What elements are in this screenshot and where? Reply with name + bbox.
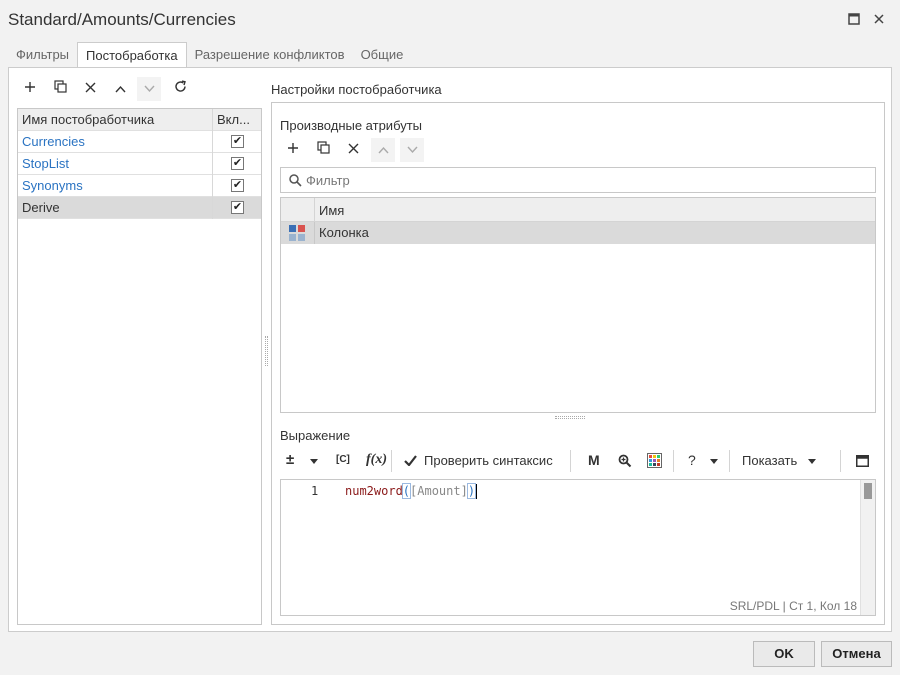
line-number: 1 [311,484,319,498]
down-icon[interactable] [400,138,424,162]
processor-name[interactable]: Currencies [22,134,85,149]
enabled-checkbox[interactable]: ✔ [231,135,244,148]
copy-icon[interactable] [311,138,335,162]
plusminus-button[interactable]: ± [286,451,294,468]
vertical-splitter[interactable] [265,336,268,366]
attribute-name[interactable]: Колонка [319,225,369,240]
column-header-name[interactable]: Имя постобработчика [22,112,154,127]
processors-grid: Имя постобработчика Вкл... Currencies ✔ … [17,108,262,625]
add-icon[interactable] [281,138,305,162]
search-icon [289,174,302,187]
chevron-down-icon[interactable] [808,459,816,464]
maximize-icon[interactable] [856,455,869,467]
settings-title: Настройки постобработчика [271,82,442,97]
argument-token: [Amount] [410,484,468,498]
grid-header: Имя постобработчика Вкл... [18,109,261,131]
code-editor[interactable]: 1 num2word([Amount]) SRL/PDL | Ст 1, Кол… [280,479,876,616]
cancel-button[interactable]: Отмена [821,641,892,667]
refresh-icon[interactable] [168,77,192,101]
down-icon[interactable] [137,77,161,101]
grid-header: Имя [281,198,875,222]
processor-name[interactable]: StopList [22,156,69,171]
scrollbar-thumb[interactable] [864,483,872,499]
table-row[interactable]: Currencies ✔ [18,131,261,153]
table-row[interactable]: Derive ✔ [18,197,261,219]
editor-status: SRL/PDL | Ст 1, Кол 18 [729,599,857,613]
expression-title: Выражение [280,428,351,443]
table-row[interactable]: Колонка [281,222,875,244]
column-header-enabled[interactable]: Вкл... [217,112,250,127]
tab-postprocessing[interactable]: Постобработка [77,42,187,68]
scrollbar[interactable] [860,480,875,615]
attributes-grid: Имя Колонка [280,197,876,413]
tab-bar: Фильтры Постобработка Разрешение конфлик… [8,42,411,68]
palette-icon[interactable] [647,453,662,468]
tab-conflict-resolution[interactable]: Разрешение конфликтов [187,42,353,68]
column-insert-button[interactable]: [C] [336,454,350,465]
caret [475,484,478,499]
derived-attributes-title: Производные атрибуты [280,118,423,133]
code-line[interactable]: num2word([Amount]) [345,483,478,499]
paren-token: ) [466,483,477,499]
check-syntax-button[interactable]: Проверить синтаксис [424,453,553,468]
filter-input[interactable]: Фильтр [306,173,350,188]
check-icon [404,455,417,466]
column-header-name[interactable]: Имя [319,203,344,218]
m-button[interactable]: M [588,452,600,468]
delete-icon[interactable] [78,77,102,101]
tab-general[interactable]: Общие [353,42,412,68]
ok-button[interactable]: OK [753,641,815,667]
copy-icon[interactable] [48,77,72,101]
main-panel: Имя постобработчика Вкл... Currencies ✔ … [8,67,892,632]
expression-toolbar: ± [C] f(x) Проверить синтаксис M ? Показ… [280,449,876,473]
enabled-checkbox[interactable]: ✔ [231,201,244,214]
chevron-down-icon[interactable] [310,459,318,464]
processor-name[interactable]: Synonyms [22,178,83,193]
enabled-checkbox[interactable]: ✔ [231,157,244,170]
function-token: num2word [345,484,403,498]
function-button[interactable]: f(x) [366,452,387,468]
window-title: Standard/Amounts/Currencies [8,10,236,29]
processor-name[interactable]: Derive [22,200,60,215]
enabled-checkbox[interactable]: ✔ [231,179,244,192]
table-row[interactable]: Synonyms ✔ [18,175,261,197]
zoom-icon[interactable] [618,454,632,468]
column-type-icon [289,225,305,241]
table-row[interactable]: StopList ✔ [18,153,261,175]
settings-panel: Производные атрибуты Фильтр Имя Колонка … [271,102,885,625]
delete-icon[interactable] [341,138,365,162]
show-dropdown[interactable]: Показать [742,453,797,468]
help-button[interactable]: ? [688,452,696,468]
tab-filters[interactable]: Фильтры [8,42,77,68]
up-icon[interactable] [108,77,132,101]
up-icon[interactable] [371,138,395,162]
maximize-icon[interactable] [846,12,862,28]
add-icon[interactable] [18,77,42,101]
horizontal-splitter[interactable] [555,416,585,419]
close-icon[interactable] [871,12,887,28]
paren-token: ( [401,483,412,499]
filter-input-wrapper[interactable]: Фильтр [280,167,876,193]
chevron-down-icon[interactable] [710,459,718,464]
